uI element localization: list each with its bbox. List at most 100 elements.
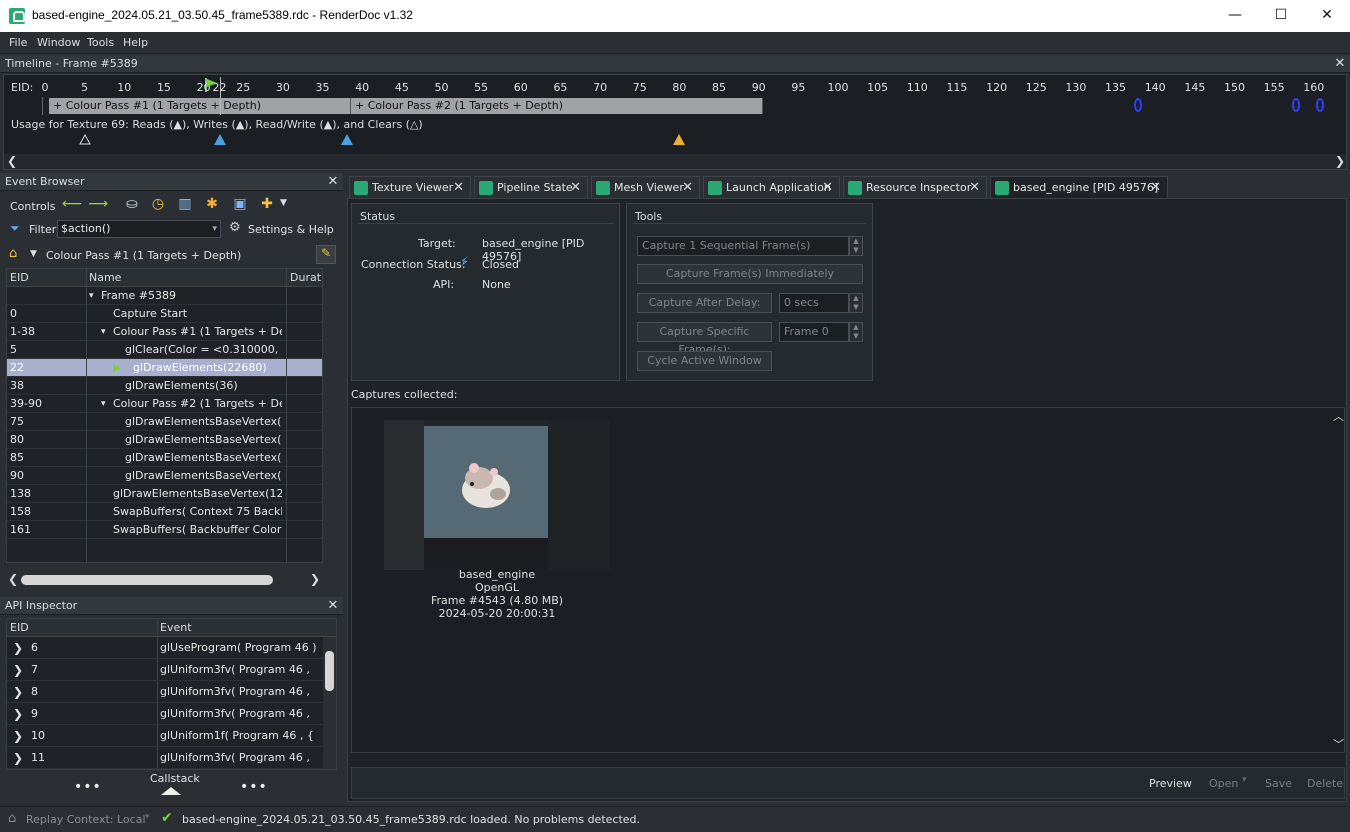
maximize-button[interactable]: ☐ [1258,0,1304,32]
breadcrumb[interactable]: Colour Pass #1 (1 Targets + Depth) [46,249,241,262]
callstack-label[interactable]: Callstack [150,772,200,785]
timeline-scrollbar[interactable]: ❮ ❯ [4,154,1346,169]
event-row[interactable]: 138 glDrawElementsBaseVertex(129) [7,485,322,503]
close-window-button[interactable]: ✕ [1304,0,1350,32]
find-binoculars-icon[interactable]: ⛀ [122,194,142,214]
event-row[interactable]: 39-90 ▾ Colour Pass #2 (1 Targets + Dep... [7,395,322,413]
timer-icon[interactable]: ◷ [148,194,168,214]
tab-pipeline-state[interactable]: Pipeline State ✕ [474,176,588,199]
capture-immediately-button[interactable]: Capture Frame(s) Immediately [637,264,863,284]
expand-chevron-icon[interactable]: ▾ [101,395,106,413]
captures-vscrollbar[interactable]: ︿ ﹀ [1332,408,1346,752]
cycle-active-window-button[interactable]: Cycle Active Window [637,351,772,371]
event-row[interactable]: 80 glDrawElementsBaseVertex(6) [7,431,322,449]
puzzle-icon[interactable]: ✚ [257,194,277,214]
back-arrow-icon[interactable]: ⟵ [62,194,82,214]
timeline-close-icon[interactable]: ✕ [1333,57,1347,71]
api-row[interactable]: ❯ 8 glUniform3fv( Program 46 , [7,681,336,703]
tab-close-icon[interactable]: ✕ [570,177,581,199]
col-duration-header[interactable]: Duratio [290,269,322,287]
open-button[interactable]: Open [1209,777,1238,790]
bookmark-icon[interactable]: ✱ [202,194,222,214]
tab-close-icon[interactable]: ✕ [822,177,833,199]
expand-chevron-icon[interactable]: ❯ [13,725,23,747]
tab-close-icon[interactable]: ✕ [1150,177,1161,199]
callstack-dots-left[interactable]: ••• [74,779,102,795]
capture-thumbnail[interactable] [384,420,610,570]
event-row[interactable]: 75 glDrawElementsBaseVertex(732) [7,413,322,431]
delay-input[interactable]: 0 secs [779,293,849,313]
filter-dropdown-icon[interactable]: ▾ [212,221,217,237]
settings-help-button[interactable]: Settings & Help [248,223,334,236]
sequential-frames-spinner[interactable]: ▲ ▼ [849,236,863,256]
event-row[interactable]: 161 SwapBuffers( Backbuffer Color [7,521,322,539]
tab-mesh-viewer[interactable]: Mesh Viewer ✕ [591,176,700,199]
delay-spinner[interactable]: ▲ ▼ [849,293,863,313]
expand-chevron-icon[interactable]: ❯ [13,681,23,703]
expand-chevron-icon[interactable]: ▾ [101,323,106,341]
minimize-button[interactable]: — [1212,0,1258,32]
api-row[interactable]: ❯ 10 glUniform1f( Program 46 , { [7,725,336,747]
settings-gear-icon[interactable]: ⚙ [229,220,241,235]
breadcrumb-dropdown-icon[interactable]: ▼ [30,249,37,259]
api-row[interactable]: ❯ 9 glUniform3fv( Program 46 , [7,703,336,725]
scroll-left-icon[interactable]: ❮ [8,572,18,586]
tab-resource-inspector[interactable]: Resource Inspector ✕ [843,176,987,199]
event-table-hscrollbar[interactable]: ❮ ❯ [6,572,323,588]
tab-close-icon[interactable]: ✕ [453,177,464,199]
statistics-icon[interactable]: ▥ [175,194,195,214]
event-row[interactable]: 158 SwapBuffers( Context 75 Backbu [7,503,322,521]
filter-input[interactable]: $action() ▾ [57,220,221,238]
replay-context-label[interactable]: Replay Context: Local [26,813,146,826]
col-name-header[interactable]: Name [89,269,121,287]
api-inspector-close-icon[interactable]: ✕ [326,599,340,613]
scroll-right-icon[interactable]: ❯ [1335,154,1345,168]
menu-window[interactable]: Window [37,36,80,49]
api-inspector-table[interactable]: EID Event ❯ 6 glUseProgram( Program 46 ) ❯ 7… [6,618,337,770]
tab-close-icon[interactable]: ✕ [682,177,693,199]
menu-tools[interactable]: Tools [87,36,114,49]
event-row[interactable]: 90 glDrawElementsBaseVertex(288) [7,467,322,485]
captures-list[interactable]: based_engine OpenGL Frame #4543 (4.80 MB… [351,407,1345,753]
expand-chevron-icon[interactable]: ▾ [89,287,94,305]
timeline-marker-161[interactable] [1316,98,1324,112]
scroll-right-icon[interactable]: ❯ [310,572,320,586]
current-event-flag-icon[interactable] [204,78,218,95]
event-row[interactable]: 22 ▶ glDrawElements(22680) [7,359,322,377]
menu-help[interactable]: Help [123,36,148,49]
event-row[interactable]: 38 glDrawElements(36) [7,377,322,395]
scroll-down-icon[interactable]: ﹀ [1333,736,1344,752]
api-col-eid[interactable]: EID [10,619,29,637]
scroll-left-icon[interactable]: ❮ [7,154,17,168]
api-vscrollbar[interactable] [323,637,336,769]
event-row[interactable]: 0 Capture Start [7,305,322,323]
timeline-pass-2[interactable]: + Colour Pass #2 (1 Targets + Depth) [351,98,763,114]
api-col-event[interactable]: Event [160,619,192,637]
scroll-up-icon[interactable]: ︿ [1333,408,1344,424]
event-row[interactable]: ▾ Frame #5389 [7,287,322,305]
expand-chevron-icon[interactable]: ❯ [13,659,23,681]
save-icon[interactable]: ▣ [230,194,250,214]
tab-launch-application[interactable]: Launch Application ✕ [703,176,840,199]
event-row[interactable]: 5 glClear(Color = <0.310000, 0.... [7,341,322,359]
save-button[interactable]: Save [1265,777,1292,790]
event-row[interactable]: 85 glDrawElementsBaseVertex(144) [7,449,322,467]
event-browser-close-icon[interactable]: ✕ [326,175,340,189]
forward-arrow-icon[interactable]: ⟶ [88,194,108,214]
tab-texture-viewer[interactable]: Texture Viewer ✕ [349,176,471,199]
col-eid-header[interactable]: EID [10,269,29,287]
api-row[interactable]: ❯ 11 glUniform3fv( Program 46 , [7,747,336,769]
expand-chevron-icon[interactable]: ❯ [13,747,23,769]
callstack-expand-icon[interactable] [161,787,181,795]
event-row[interactable]: 1-38 ▾ Colour Pass #1 (1 Targets + Dep... [7,323,322,341]
api-row[interactable]: ❯ 7 glUniform3fv( Program 46 , [7,659,336,681]
capture-after-delay-button[interactable]: Capture After Delay: [637,293,772,313]
hscroll-thumb[interactable] [21,575,273,585]
context-dropdown-icon[interactable]: ▾ [145,812,150,822]
api-row[interactable]: ❯ 6 glUseProgram( Program 46 ) [7,637,336,659]
expand-chevron-icon[interactable]: ❯ [13,703,23,725]
sequential-frames-input[interactable]: Capture 1 Sequential Frame(s) [637,236,849,256]
frame-input[interactable]: Frame 0 [779,322,849,342]
timeline-panel[interactable]: EID: 05101520222530354045505560657075808… [3,74,1347,170]
capture-specific-frames-button[interactable]: Capture Specific Frame(s): [637,322,772,356]
